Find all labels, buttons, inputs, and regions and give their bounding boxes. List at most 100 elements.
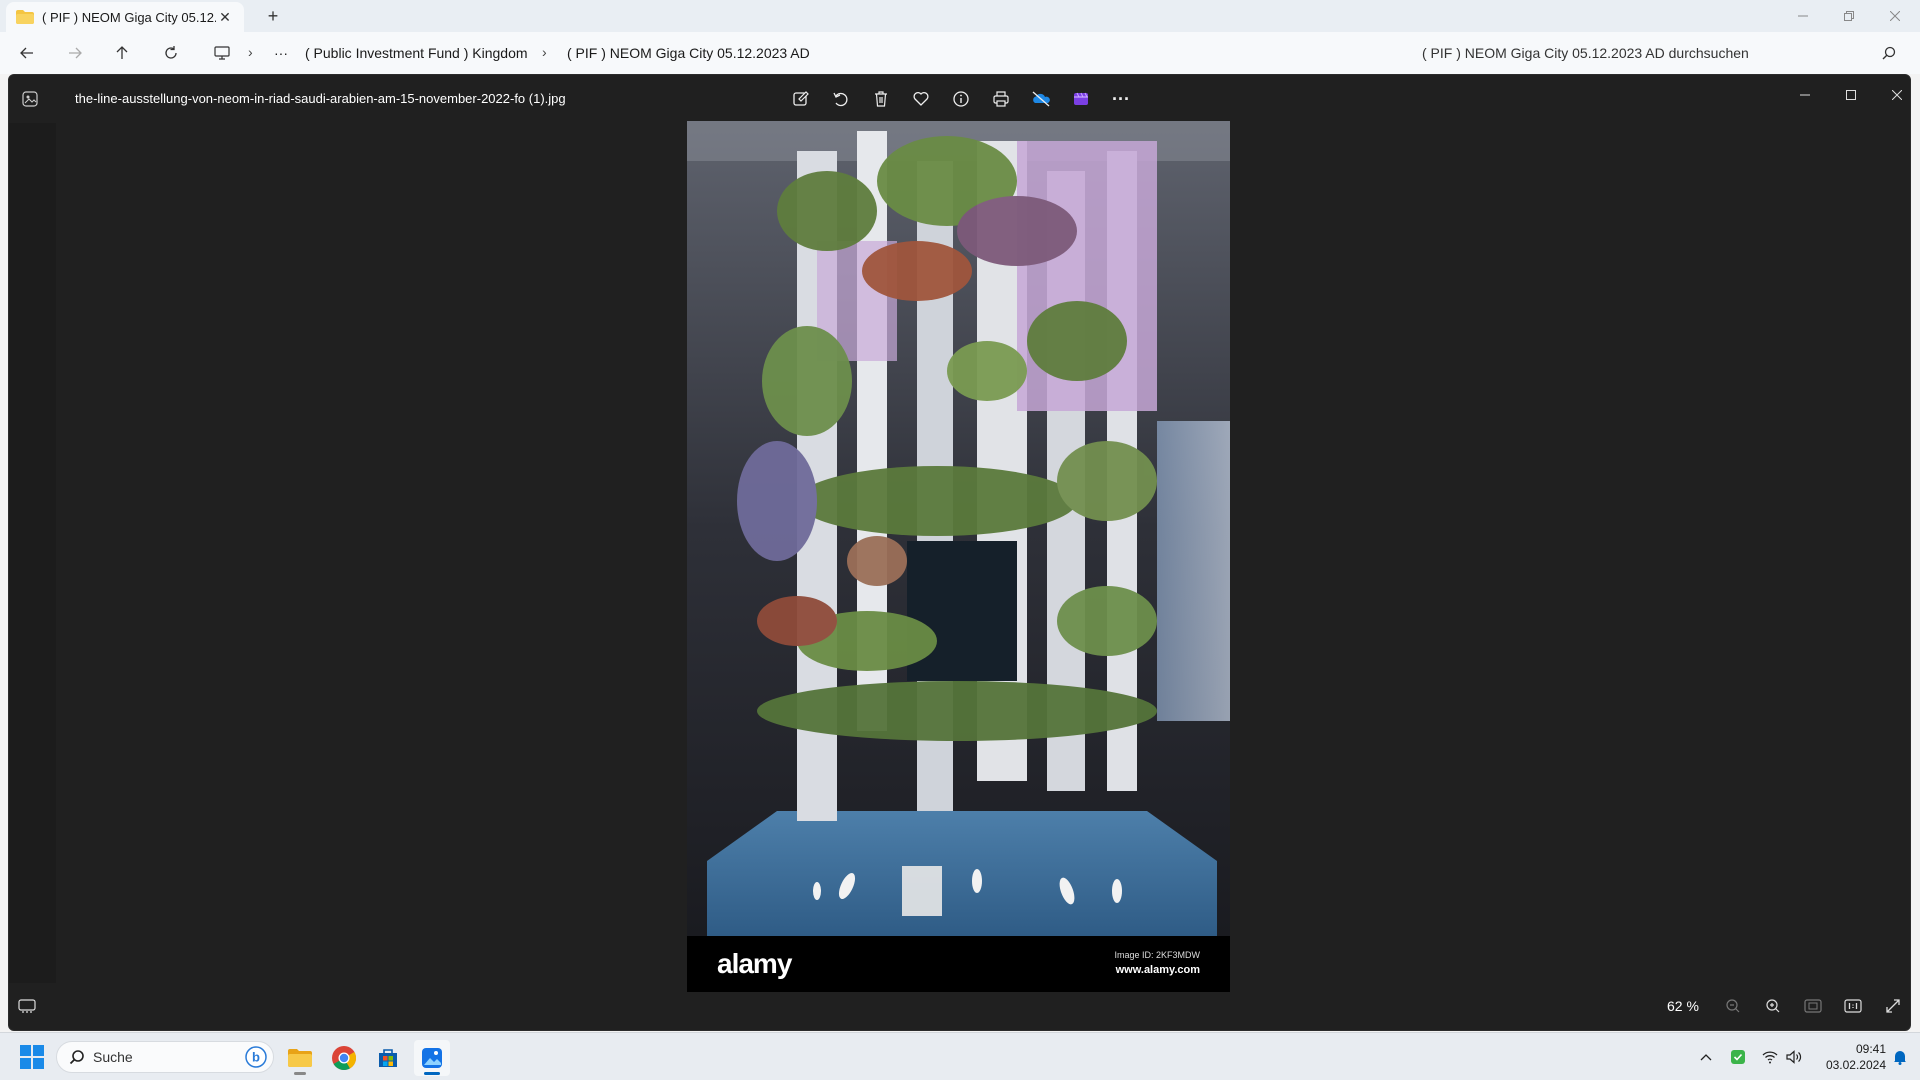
viewer-side-panel — [9, 123, 56, 983]
fit-icon — [1804, 999, 1822, 1013]
folder-icon — [16, 10, 34, 24]
chevron-right-icon: › — [542, 44, 547, 60]
refresh-icon — [165, 46, 177, 59]
up-button[interactable] — [112, 43, 132, 63]
close-icon — [1890, 11, 1900, 21]
back-button[interactable] — [17, 43, 37, 63]
more-options-button[interactable]: ··· — [1109, 87, 1133, 111]
taskbar-search-box[interactable]: Suche b — [56, 1041, 274, 1073]
chevron-right-icon: › — [248, 44, 253, 60]
folder-icon — [288, 1049, 312, 1067]
rotate-button[interactable] — [829, 87, 853, 111]
show-hidden-icons-button[interactable] — [1696, 1047, 1716, 1067]
info-button[interactable] — [949, 87, 973, 111]
windows-logo-icon — [20, 1045, 44, 1069]
clipchamp-button[interactable] — [1069, 87, 1093, 111]
taskbar-clock[interactable]: 09:41 03.02.2024 — [1814, 1041, 1886, 1073]
svg-text:b: b — [252, 1050, 260, 1065]
running-indicator — [294, 1072, 306, 1075]
print-button[interactable] — [989, 87, 1013, 111]
minimize-icon — [1798, 15, 1808, 17]
favorite-button[interactable] — [909, 87, 933, 111]
chrome-icon — [332, 1046, 357, 1071]
arrow-up-icon — [116, 46, 128, 59]
volume-tray-button[interactable] — [1784, 1047, 1804, 1067]
refresh-button[interactable] — [161, 43, 181, 63]
taskbar-chrome[interactable] — [326, 1040, 362, 1076]
displayed-photo[interactable]: alamy Image ID: 2KF3MDW www.alamy.com — [687, 121, 1230, 992]
wifi-tray-button[interactable] — [1760, 1047, 1780, 1067]
print-icon — [993, 91, 1009, 107]
arrow-left-icon — [20, 47, 33, 59]
start-button[interactable] — [20, 1045, 44, 1069]
bing-icon: b — [245, 1046, 267, 1068]
search-placeholder: ( PIF ) NEOM Giga City 05.12.2023 AD dur… — [1422, 45, 1749, 61]
arrow-right-icon — [69, 47, 82, 59]
forward-button[interactable] — [65, 43, 85, 63]
taskbar-file-explorer[interactable] — [282, 1040, 318, 1076]
taskbar: Suche b 09:41 03.02.2024 — [0, 1032, 1920, 1080]
minimize-icon — [1800, 94, 1810, 96]
fit-to-window-button[interactable] — [1801, 994, 1825, 1018]
volume-icon — [1786, 1050, 1802, 1064]
fullscreen-button[interactable] — [1881, 994, 1905, 1018]
running-indicator — [424, 1072, 440, 1075]
file-name: the-line-ausstellung-von-neom-in-riad-sa… — [75, 91, 566, 106]
explorer-navbar: › ··· ( Public Investment Fund ) Kingdom… — [0, 32, 1920, 74]
search-icon — [1882, 46, 1896, 60]
photos-app-icon — [20, 89, 40, 109]
taskbar-store[interactable] — [370, 1040, 406, 1076]
viewer-close-button[interactable] — [1877, 83, 1910, 107]
explorer-search-input[interactable]: ( PIF ) NEOM Giga City 05.12.2023 AD dur… — [1410, 38, 1910, 68]
restore-icon — [1844, 11, 1854, 21]
close-window-button[interactable] — [1872, 0, 1918, 32]
onedrive-icon — [1032, 91, 1050, 107]
notifications-button[interactable] — [1890, 1047, 1910, 1067]
expand-icon — [1886, 999, 1900, 1013]
new-tab-button[interactable]: + — [262, 6, 284, 27]
zoom-level: 62 % — [1667, 998, 1699, 1014]
taskbar-photos[interactable] — [414, 1040, 450, 1076]
photos-icon — [422, 1048, 442, 1068]
filmstrip-icon — [18, 999, 36, 1013]
close-icon — [1892, 90, 1902, 100]
filmstrip-button[interactable] — [15, 994, 39, 1018]
viewer-minimize-button[interactable] — [1785, 83, 1825, 107]
zoom-in-icon — [1766, 999, 1780, 1013]
this-pc-button[interactable] — [212, 43, 232, 63]
restore-button[interactable] — [1826, 0, 1872, 32]
viewer-maximize-button[interactable] — [1831, 83, 1871, 107]
shield-check-icon — [1731, 1050, 1745, 1064]
search-icon — [69, 1050, 84, 1065]
tab-title: ( PIF ) NEOM Giga City 05.12.2 — [42, 9, 216, 25]
viewer-toolbar: the-line-ausstellung-von-neom-in-riad-sa… — [9, 75, 1910, 123]
delete-button[interactable] — [869, 87, 893, 111]
zoom-in-button[interactable] — [1761, 994, 1785, 1018]
monitor-icon — [214, 46, 230, 60]
explorer-titlebar: ( PIF ) NEOM Giga City 05.12.2 ✕ + — [0, 0, 1920, 32]
onedrive-button[interactable] — [1029, 87, 1053, 111]
clipchamp-icon — [1074, 92, 1088, 105]
breadcrumb-item[interactable]: ( PIF ) NEOM Giga City 05.12.2023 AD — [567, 45, 810, 61]
zoom-out-button[interactable] — [1721, 994, 1745, 1018]
security-tray-button[interactable] — [1728, 1047, 1748, 1067]
favorite-icon — [913, 91, 929, 106]
viewer-bottom-bar: 62 % — [9, 982, 1910, 1030]
wifi-icon — [1762, 1051, 1778, 1064]
explorer-tab[interactable]: ( PIF ) NEOM Giga City 05.12.2 ✕ — [6, 2, 244, 32]
photo-viewer-window: the-line-ausstellung-von-neom-in-riad-sa… — [8, 74, 1911, 1031]
actual-size-icon — [1844, 999, 1862, 1013]
store-icon — [379, 1049, 397, 1067]
edit-image-button[interactable] — [789, 87, 813, 111]
breadcrumb-item[interactable]: ( Public Investment Fund ) Kingdom — [305, 45, 528, 61]
alamy-logo: alamy — [717, 948, 792, 979]
actual-size-button[interactable] — [1841, 994, 1865, 1018]
rotate-icon — [833, 92, 848, 107]
bell-icon — [1894, 1051, 1906, 1065]
delete-icon — [875, 91, 887, 107]
tab-close-icon[interactable]: ✕ — [216, 9, 234, 26]
photo-content — [687, 121, 1230, 936]
breadcrumb-more[interactable]: ··· — [274, 45, 288, 61]
minimize-button[interactable] — [1780, 0, 1826, 32]
zoom-out-icon — [1726, 999, 1740, 1013]
